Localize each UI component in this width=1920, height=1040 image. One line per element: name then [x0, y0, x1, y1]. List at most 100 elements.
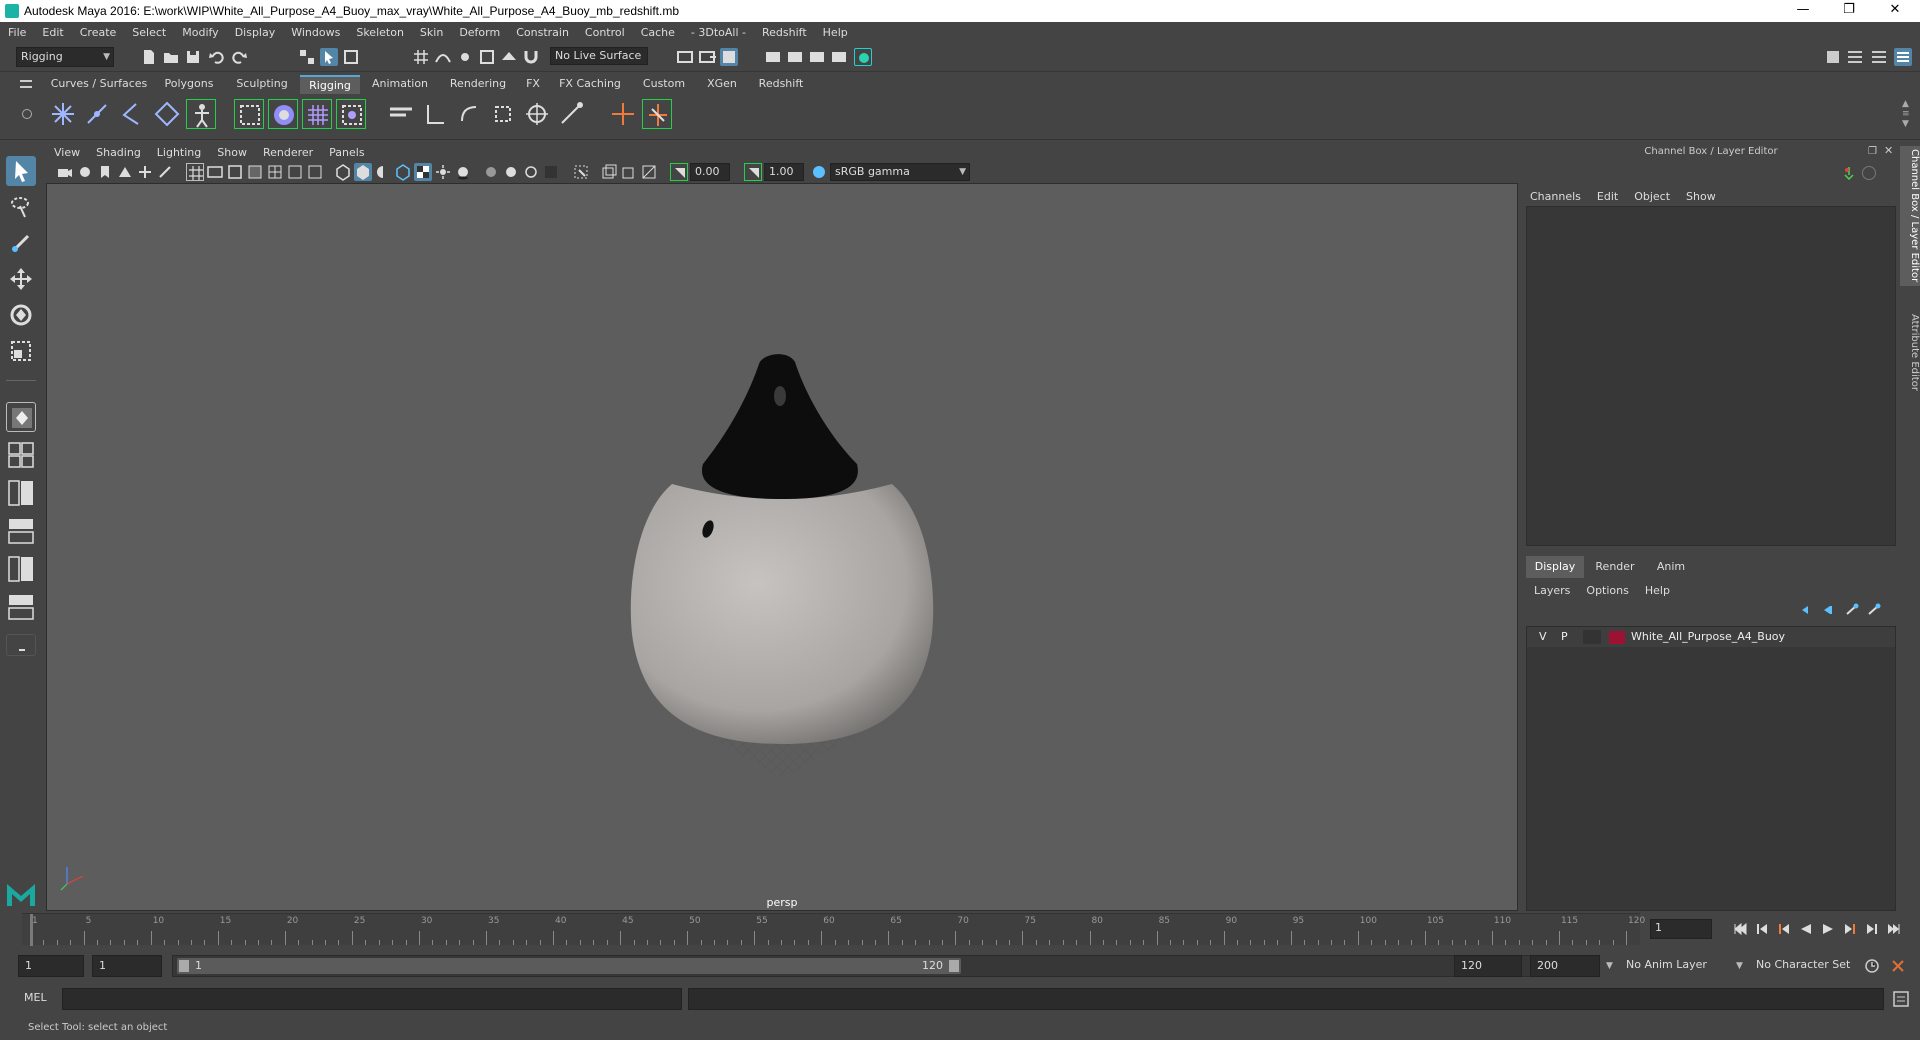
time-slider[interactable]: 1 5 10 15 20 25 30 35 40 45 50 55 60 65 70 75 80 85 90 95 10… [22, 913, 1645, 946]
menuset-dropdown[interactable]: Rigging ▼ [16, 47, 114, 67]
layer-visibility-toggle[interactable]: V [1539, 630, 1547, 643]
textured-icon[interactable] [414, 163, 432, 181]
persp-outliner-layout-icon[interactable] [6, 478, 36, 508]
scale-tool-icon[interactable] [6, 336, 36, 366]
layer-playback-toggle[interactable]: P [1561, 630, 1568, 643]
select-by-object-icon[interactable] [320, 48, 338, 66]
viewport-menu-view[interactable]: View [46, 146, 88, 159]
buoy-model[interactable] [47, 184, 1517, 910]
field-chart-icon[interactable] [266, 163, 284, 181]
new-scene-icon[interactable] [140, 48, 158, 66]
tool-settings-toggle-icon[interactable] [1870, 48, 1888, 66]
animation-preferences-icon[interactable] [1890, 958, 1906, 974]
anim-layer-dropdown[interactable]: No Anim Layer [1620, 955, 1740, 977]
new-layer-from-selected-icon[interactable] [1866, 602, 1882, 618]
menu-display[interactable]: Display [227, 26, 284, 39]
play-forwards-icon[interactable] [1820, 921, 1836, 937]
safe-title-icon[interactable] [306, 163, 324, 181]
playback-start-field[interactable]: 1 [92, 955, 162, 977]
safe-action-icon[interactable] [286, 163, 304, 181]
locator-icon[interactable] [608, 99, 638, 129]
snap-surface-icon[interactable] [500, 48, 518, 66]
film-gate-icon[interactable] [206, 163, 224, 181]
snap-point-icon[interactable] [456, 48, 474, 66]
current-time-indicator[interactable] [30, 914, 33, 946]
channel-box-toggle-icon[interactable] [1862, 166, 1876, 180]
close-window-button[interactable]: ✕ [1872, 0, 1918, 22]
scale-constraint-icon[interactable] [488, 99, 518, 129]
shelf-scroll-arrows-icon[interactable]: ▲ ≡ ▼ [1902, 99, 1910, 129]
depth-of-field-icon[interactable] [542, 163, 560, 181]
snap-grid-icon[interactable] [412, 48, 430, 66]
restore-button[interactable]: ❐ [1826, 0, 1872, 22]
humanik-icon[interactable] [186, 99, 216, 129]
view-transform-dropdown[interactable]: sRGB gamma ▼ [830, 163, 970, 181]
shelf-tab-fx-caching[interactable]: FX Caching [550, 75, 630, 94]
move-tool-icon[interactable] [6, 264, 36, 294]
open-scene-icon[interactable] [162, 48, 180, 66]
render-view-icon[interactable] [764, 48, 782, 66]
play-backwards-icon[interactable] [1798, 921, 1814, 937]
command-language-label[interactable]: MEL [24, 991, 47, 1004]
channel-box-key-icon[interactable] [1842, 166, 1856, 181]
aim-constraint-icon[interactable] [522, 99, 552, 129]
wireframe-shading-icon[interactable] [334, 163, 352, 181]
layer-color-swatch[interactable] [1609, 631, 1625, 644]
float-panel-icon[interactable]: ❐ [1868, 146, 1880, 158]
xray-active-components-icon[interactable] [620, 163, 638, 181]
persp-hypershade-layout-icon[interactable] [6, 554, 36, 584]
viewport-menu-panels[interactable]: Panels [321, 146, 372, 159]
motion-blur-icon[interactable] [502, 163, 520, 181]
menu-control[interactable]: Control [577, 26, 633, 39]
range-slider-track[interactable]: 1 120 [172, 955, 1584, 977]
bookmark-icon[interactable] [96, 163, 114, 181]
construction-history-icon[interactable] [720, 48, 738, 66]
camera-attributes-icon[interactable] [76, 163, 94, 181]
resolution-gate-icon[interactable] [226, 163, 244, 181]
menu-skeleton[interactable]: Skeleton [348, 26, 412, 39]
rotate-tool-icon[interactable] [6, 300, 36, 330]
range-slider-handle-bar[interactable]: 1 120 [177, 958, 961, 974]
output-ops-icon[interactable] [698, 48, 716, 66]
menu-3dtoall[interactable]: - 3DtoAll - [683, 26, 754, 39]
shelf-tab-redshift[interactable]: Redshift [748, 75, 814, 94]
viewport-menu-shading[interactable]: Shading [88, 146, 149, 159]
chevron-down-icon[interactable]: ▼ [1606, 961, 1613, 971]
auto-key-icon[interactable] [1864, 958, 1880, 974]
shelf-tab-fx[interactable]: FX [518, 75, 548, 94]
input-ops-icon[interactable] [676, 48, 694, 66]
layer-tab-display[interactable]: Display [1526, 556, 1584, 578]
menu-file[interactable]: File [0, 26, 34, 39]
lasso-tool-icon[interactable] [6, 192, 36, 222]
playback-end-field[interactable]: 120 [1454, 955, 1522, 977]
perspective-viewport[interactable]: persp [46, 183, 1518, 911]
select-camera-icon[interactable] [56, 163, 74, 181]
shelf-tab-polygons[interactable]: Polygons [154, 75, 224, 94]
anti-aliasing-icon[interactable] [522, 163, 540, 181]
gate-mask-icon[interactable] [246, 163, 264, 181]
single-perspective-layout-icon[interactable] [6, 402, 36, 432]
bind-skin-icon[interactable] [234, 99, 264, 129]
step-forward-key-icon[interactable] [1842, 921, 1858, 937]
set-driven-key-icon[interactable] [642, 99, 672, 129]
snap-curve-icon[interactable] [434, 48, 452, 66]
lattice-icon[interactable] [302, 99, 332, 129]
grid-toggle-icon[interactable] [186, 163, 204, 181]
smooth-shade-icon[interactable] [354, 163, 372, 181]
four-view-layout-icon[interactable] [6, 440, 36, 470]
ipr-render-icon[interactable] [808, 48, 826, 66]
modeling-toolkit-icon[interactable] [1824, 48, 1842, 66]
new-layer-icon[interactable] [1844, 602, 1860, 618]
undo-icon[interactable] [208, 48, 226, 66]
use-all-lights-icon[interactable] [434, 163, 452, 181]
smooth-bind-icon[interactable] [268, 99, 298, 129]
go-to-start-icon[interactable] [1732, 921, 1748, 937]
save-scene-icon[interactable] [184, 48, 202, 66]
layer-row[interactable]: V P White_All_Purpose_A4_Buoy [1527, 627, 1895, 647]
shelf-tab-xgen[interactable]: XGen [698, 75, 746, 94]
viewport-menu-lighting[interactable]: Lighting [149, 146, 209, 159]
snap-view-plane-icon[interactable] [478, 48, 496, 66]
shelf-tab-rendering[interactable]: Rendering [440, 75, 516, 94]
select-by-hierarchy-icon[interactable] [298, 48, 316, 66]
animation-end-field[interactable]: 200 [1530, 955, 1600, 977]
